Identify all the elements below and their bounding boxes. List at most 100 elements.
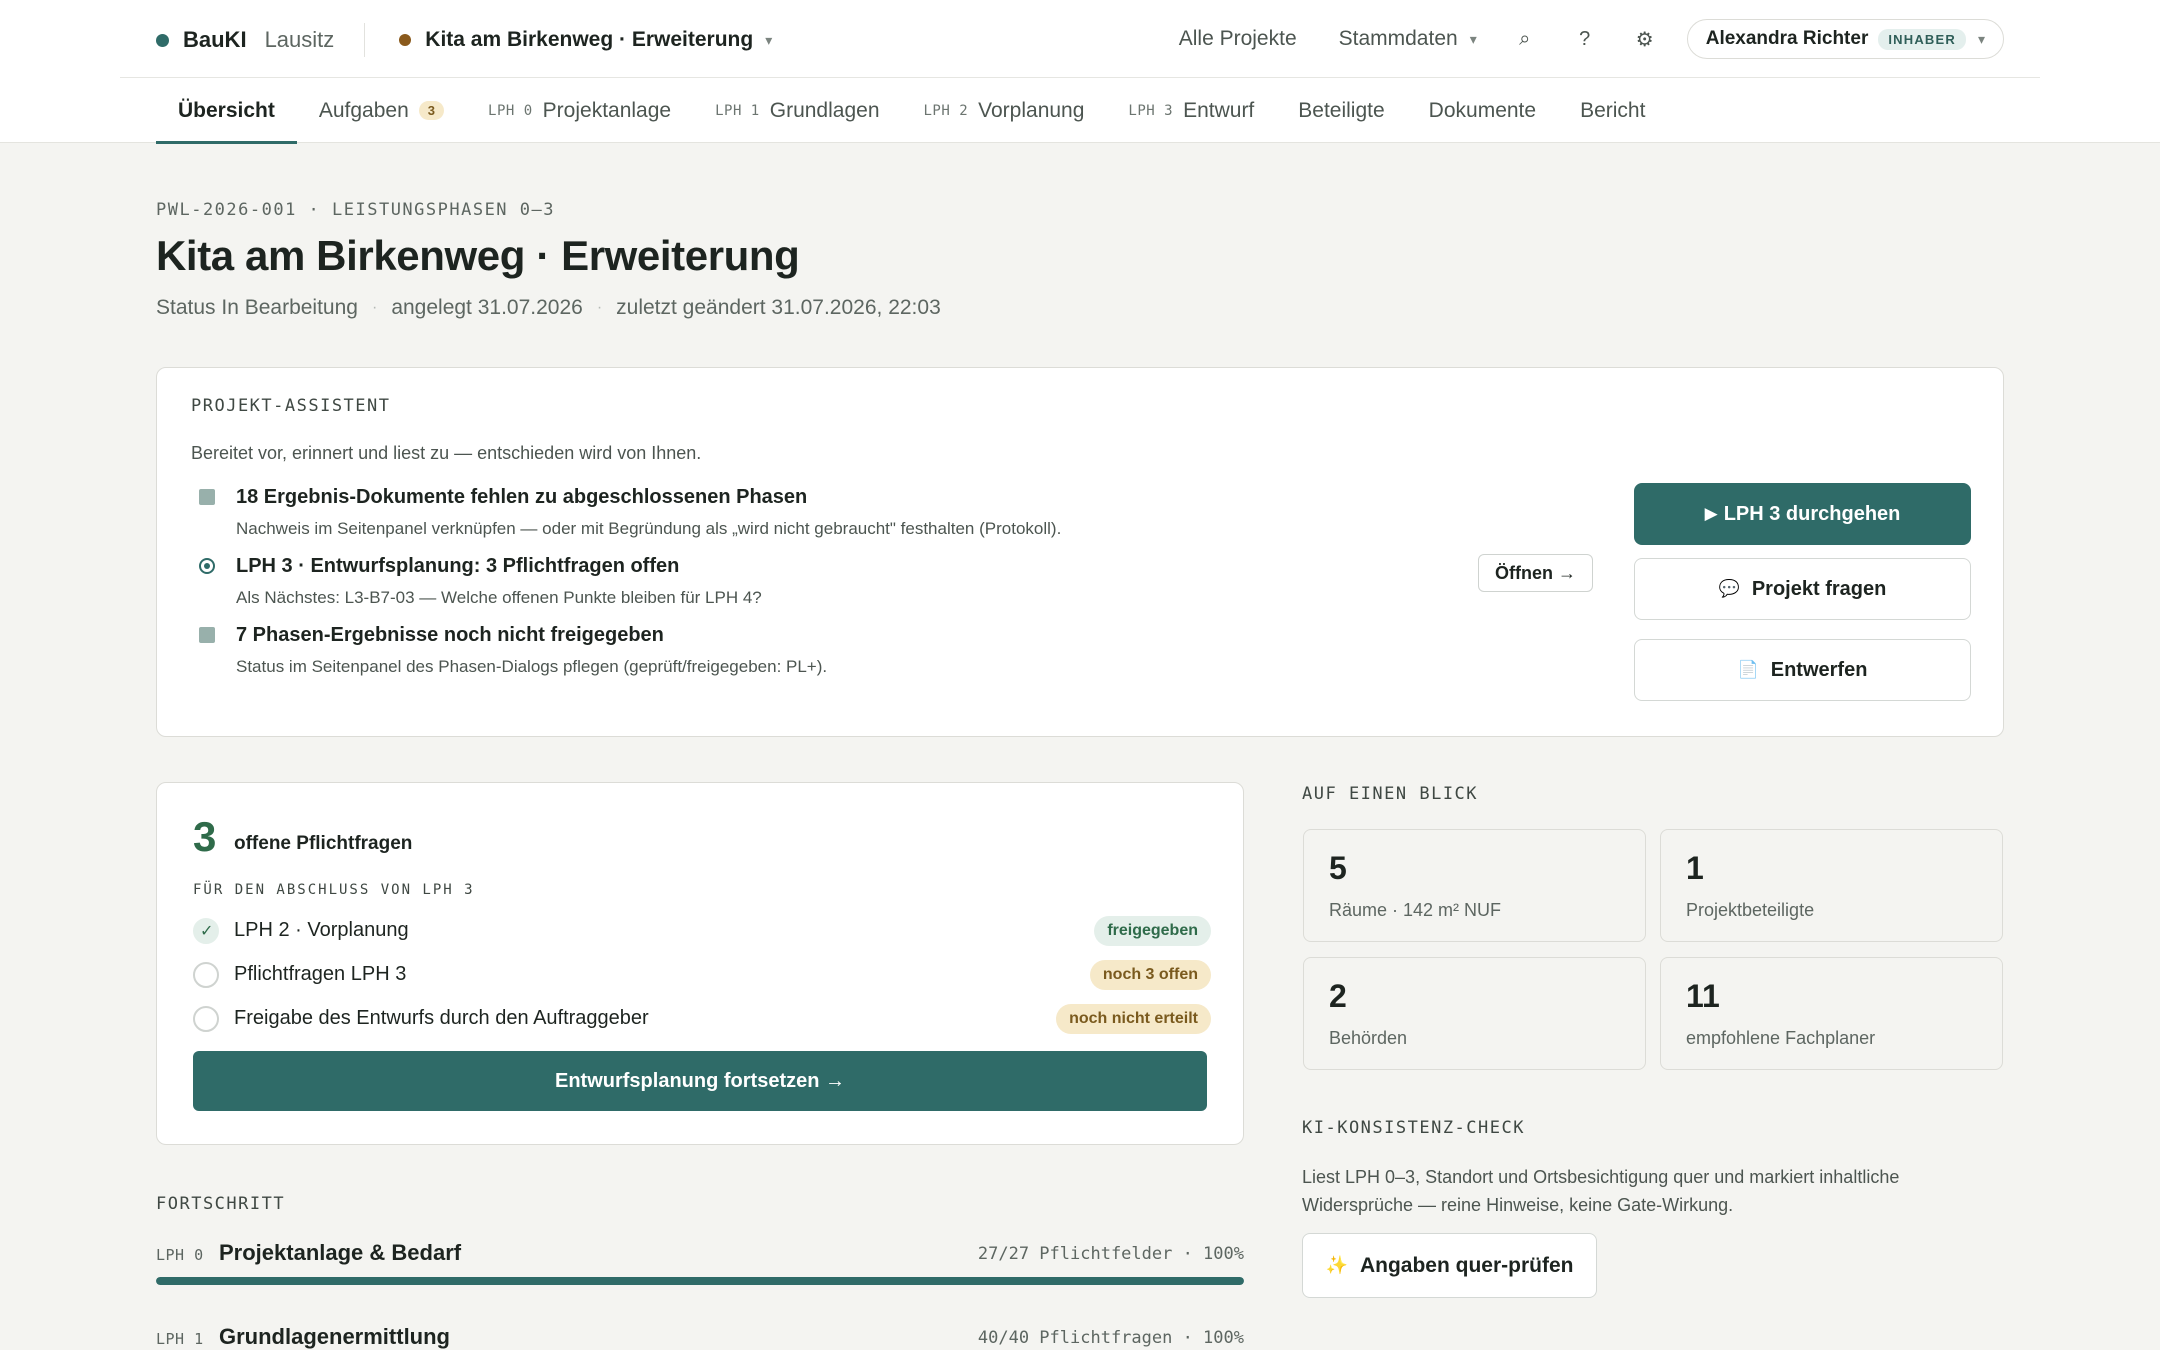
checklist-label: Freigabe des Entwurfs durch den Auftragg…: [234, 1007, 649, 1029]
divider: [364, 23, 366, 57]
project-created: angelegt 31.07.2026: [391, 296, 583, 319]
tab-label: Grundlagen: [769, 98, 880, 122]
open-questions-card: 3 offene Pflichtfragen FÜR DEN ABSCHLUSS…: [156, 782, 1244, 1145]
tab-label: Übersicht: [178, 98, 275, 122]
brand-dot-icon: [156, 33, 169, 47]
continue-design-button[interactable]: Entwurfsplanung fortsetzen →: [193, 1051, 1207, 1111]
tab-bar: Übersicht Aufgaben 3 LPH 0 Projektanlage…: [0, 78, 2160, 144]
project-status-dot-icon: [399, 34, 412, 46]
glance-label: AUF EINEN BLICK: [1302, 784, 1479, 804]
stat-value: 11: [1686, 978, 1720, 1014]
tab-lph3[interactable]: LPH 3 Entwurf: [1106, 78, 1276, 143]
document-icon: [199, 627, 215, 643]
empty-circle-icon: [193, 1006, 219, 1032]
settings-icon[interactable]: ⚙: [1633, 27, 1657, 52]
project-id-eyebrow: PWL-2026-001 · LEISTUNGSPHASEN 0–3: [156, 200, 555, 220]
help-icon[interactable]: ?: [1573, 28, 1597, 51]
phase-code: LPH 1: [156, 1330, 204, 1348]
tab-label: Beteiligte: [1298, 98, 1385, 122]
phase-title: Grundlagenermittlung: [219, 1324, 450, 1349]
ki-check-label: KI-KONSISTENZ-CHECK: [1302, 1118, 1525, 1138]
cross-check-button[interactable]: ✨ Angaben quer-prüfen: [1302, 1233, 1597, 1298]
sparkle-icon: ✨: [1325, 1255, 1348, 1275]
tab-lph0[interactable]: LPH 0 Projektanlage: [466, 78, 693, 143]
open-questions-label: offene Pflichtfragen: [234, 833, 413, 854]
role-badge: INHABER: [1878, 28, 1966, 50]
draft-button[interactable]: 📄 Entwerfen: [1634, 639, 1971, 701]
tabs: Übersicht Aufgaben 3 LPH 0 Projektanlage…: [156, 78, 1667, 144]
walk-through-lph3-button[interactable]: ▶ LPH 3 durchgehen: [1634, 483, 1971, 545]
user-name: Alexandra Richter: [1705, 28, 1869, 49]
tab-label: Vorplanung: [978, 98, 1085, 122]
status-badge: freigegeben: [1094, 916, 1211, 946]
ki-check-description: Liest LPH 0–3, Standort und Ortsbesichti…: [1302, 1167, 1900, 1215]
stat-label: Behörden: [1329, 1028, 1408, 1048]
meta-separator: ·: [371, 299, 378, 316]
tab-phase-code: LPH 1: [715, 102, 760, 119]
stat-label: empfohlene Fachplaner: [1686, 1028, 1876, 1048]
all-projects-link[interactable]: Alle Projekte: [1179, 27, 1297, 51]
project-status: Status In Bearbeitung: [156, 296, 358, 319]
tab-lph2[interactable]: LPH 2 Vorplanung: [902, 78, 1107, 143]
project-assistant-card: PROJEKT-ASSISTENT Bereitet vor, erinnert…: [156, 367, 2004, 737]
user-menu[interactable]: Alexandra Richter INHABER ▾: [1686, 19, 2004, 59]
checklist-label: Pflichtfragen LPH 3: [234, 963, 407, 985]
checklist-row[interactable]: LPH 2 · Vorplanung freigegeben: [193, 913, 1211, 949]
page-title: Kita am Birkenweg · Erweiterung: [156, 232, 800, 279]
tab-phase-code: LPH 0: [488, 102, 533, 119]
tab-overview[interactable]: Übersicht: [156, 78, 297, 144]
project-modified: zuletzt geändert 31.07.2026, 22:03: [616, 296, 941, 319]
stat-specialists: 11 empfohlene Fachplaner: [1660, 957, 2003, 1070]
chevron-down-icon: ▾: [765, 31, 773, 48]
completion-section-label: FÜR DEN ABSCHLUSS VON LPH 3: [193, 882, 475, 898]
stat-value: 1: [1686, 850, 1704, 886]
assistant-item-title: LPH 3 · Entwurfsplanung: 3 Pflichtfragen…: [236, 555, 680, 577]
open-button[interactable]: Öffnen →: [1478, 554, 1593, 592]
stat-value: 5: [1329, 850, 1347, 886]
brand[interactable]: BauKI Lausitz Kita am Birkenweg · Erweit…: [156, 23, 772, 57]
phase-code: LPH 0: [156, 1246, 204, 1264]
tab-participants[interactable]: Beteiligte: [1276, 78, 1406, 143]
tab-lph1[interactable]: LPH 1 Grundlagen: [693, 78, 901, 143]
brand-region: Lausitz: [264, 27, 335, 52]
phase-progress-meta: 27/27 Pflichtfelder · 100%: [977, 1244, 1244, 1264]
meta-separator: ·: [596, 299, 603, 316]
master-data-label: Stammdaten: [1338, 27, 1458, 50]
checklist-label: LPH 2 · Vorplanung: [234, 919, 409, 941]
project-switcher[interactable]: Kita am Birkenweg · Erweiterung ▾: [399, 28, 772, 52]
top-bar: BauKI Lausitz Kita am Birkenweg · Erweit…: [0, 0, 2160, 78]
tab-label: Entwurf: [1183, 98, 1255, 122]
document-icon: [199, 489, 215, 505]
tab-tasks[interactable]: Aufgaben 3: [297, 78, 466, 143]
tab-report[interactable]: Bericht: [1558, 78, 1667, 143]
button-label: Angaben quer-prüfen: [1359, 1253, 1574, 1277]
search-icon[interactable]: ⌕: [1513, 28, 1537, 51]
assistant-item-title: 18 Ergebnis-Dokumente fehlen zu abgeschl…: [236, 486, 808, 508]
tab-documents[interactable]: Dokumente: [1407, 78, 1558, 143]
ask-project-button[interactable]: 💬 Projekt fragen: [1634, 558, 1971, 620]
assistant-item-desc: Nachweis im Seitenpanel verknüpfen — ode…: [236, 519, 1062, 538]
button-label: LPH 3 durchgehen: [1723, 502, 1901, 525]
stat-label: Räume · 142 m² NUF: [1329, 900, 1502, 920]
assistant-item-desc: Als Nächstes: L3-B7-03 — Welche offenen …: [236, 588, 762, 607]
project-switcher-name: Kita am Birkenweg · Erweiterung: [425, 28, 754, 51]
tab-label: Projektanlage: [542, 98, 672, 122]
checklist-row[interactable]: Freigabe des Entwurfs durch den Auftragg…: [193, 1001, 1211, 1037]
tab-label: Bericht: [1580, 98, 1646, 122]
assistant-item-title: 7 Phasen-Ergebnisse noch nicht freigegeb…: [236, 624, 664, 646]
document-icon: 📄: [1737, 660, 1759, 679]
progress-track: [156, 1277, 1244, 1285]
task-count-badge: 3: [418, 101, 445, 120]
project-meta: Status In Bearbeitung · angelegt 31.07.2…: [156, 296, 941, 320]
play-icon: ▶: [1704, 504, 1718, 523]
master-data-menu[interactable]: Stammdaten ▾: [1339, 27, 1477, 51]
empty-circle-icon: [193, 962, 219, 988]
button-label: Projekt fragen: [1751, 577, 1887, 600]
stat-rooms: 5 Räume · 142 m² NUF: [1303, 829, 1646, 942]
stat-value: 2: [1329, 978, 1347, 1014]
stat-participants: 1 Projektbeteiligte: [1660, 829, 2003, 942]
button-label: Entwerfen: [1770, 658, 1868, 681]
tab-phase-code: LPH 2: [923, 102, 969, 119]
checklist-row[interactable]: Pflichtfragen LPH 3 noch 3 offen: [193, 957, 1211, 993]
status-badge: noch 3 offen: [1089, 960, 1211, 990]
